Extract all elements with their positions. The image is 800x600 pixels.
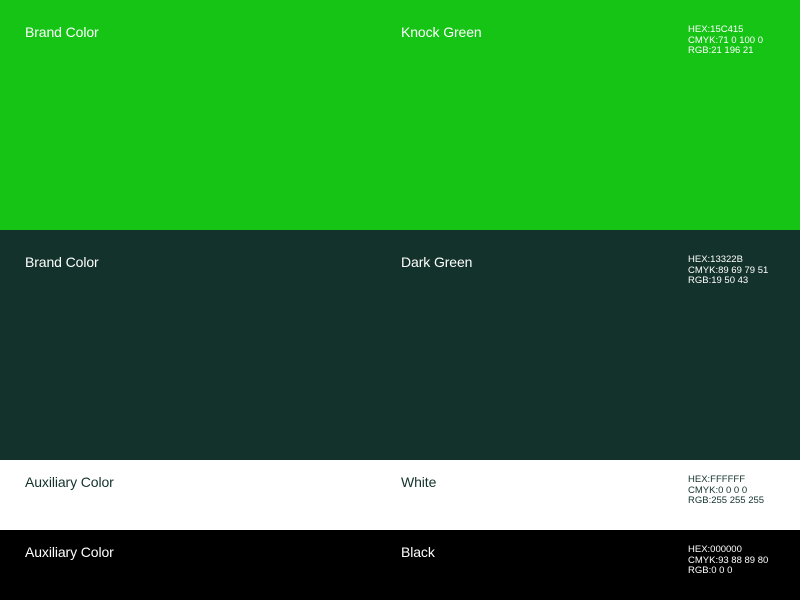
rgb-value: RGB:255 255 255: [688, 495, 765, 506]
swatch-name: Black: [401, 544, 435, 560]
swatch-category: Auxiliary Color: [25, 474, 114, 490]
swatch-black: Auxiliary Color Black HEX:000000 CMYK:93…: [0, 530, 800, 600]
swatch-name: Knock Green: [401, 24, 482, 40]
swatch-knock-green: Brand Color Knock Green HEX:15C415 CMYK:…: [0, 0, 800, 230]
swatch-category: Brand Color: [25, 254, 99, 270]
swatch-category: Brand Color: [25, 24, 99, 40]
rgb-value: RGB:21 196 21: [688, 45, 754, 56]
swatch-name: White: [401, 474, 437, 490]
hex-value: HEX:FFFFFF: [688, 474, 745, 485]
swatch-specs: HEX:15C415 CMYK:71 0 100 0 RGB:21 196 21: [688, 24, 763, 57]
swatch-specs: HEX:000000 CMYK:93 88 89 80 RGB:0 0 0: [688, 544, 768, 577]
swatch-white: Auxiliary Color White HEX:FFFFFF CMYK:0 …: [0, 460, 800, 530]
rgb-value: RGB:19 50 43: [688, 275, 749, 286]
hex-value: HEX:15C415: [688, 24, 744, 35]
rgb-value: RGB:0 0 0: [688, 565, 733, 576]
hex-value: HEX:000000: [688, 544, 742, 555]
color-palette-page: Brand Color Knock Green HEX:15C415 CMYK:…: [0, 0, 800, 600]
swatch-category: Auxiliary Color: [25, 544, 114, 560]
swatch-dark-green: Brand Color Dark Green HEX:13322B CMYK:8…: [0, 230, 800, 460]
swatch-name: Dark Green: [401, 254, 473, 270]
swatch-specs: HEX:13322B CMYK:89 69 79 51 RGB:19 50 43: [688, 254, 768, 287]
hex-value: HEX:13322B: [688, 254, 743, 265]
swatch-specs: HEX:FFFFFF CMYK:0 0 0 0 RGB:255 255 255: [688, 474, 765, 507]
